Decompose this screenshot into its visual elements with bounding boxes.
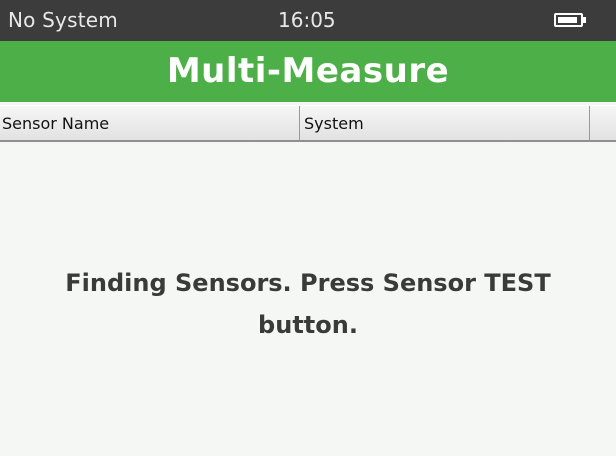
app-title-bar: Multi-Measure (0, 41, 616, 102)
clock-time: 16:05 (278, 8, 336, 32)
table-header: Sensor Name System (0, 105, 616, 142)
battery-tip (583, 17, 586, 23)
column-header-extra[interactable] (590, 106, 616, 141)
app-title: Multi-Measure (166, 51, 450, 91)
system-status: No System (8, 8, 118, 32)
finding-sensors-message: Finding Sensors. Press Sensor TEST butto… (65, 269, 551, 339)
battery-icon (554, 13, 583, 27)
battery-fill (558, 17, 577, 23)
column-header-system[interactable]: System (300, 106, 590, 141)
column-header-sensor-name[interactable]: Sensor Name (0, 106, 300, 141)
status-bar: No System 16:05 (0, 0, 616, 41)
